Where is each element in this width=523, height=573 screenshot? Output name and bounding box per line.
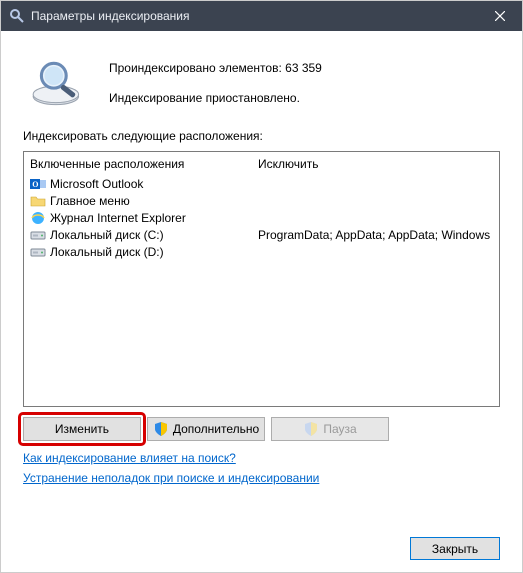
status-header: Проиндексировано элементов: 63 359 Индек… [23,53,500,115]
ie-icon [30,210,46,226]
list-item[interactable]: Локальный диск (D:) [30,243,246,260]
outlook-icon: O [30,176,46,192]
list-item-label: Локальный диск (C:) [50,228,164,242]
locations-label: Индексировать следующие расположения: [23,129,500,143]
indexing-magnifier-icon [29,53,91,115]
shield-icon [153,421,169,437]
close-button[interactable] [477,1,522,31]
help-link-search[interactable]: Как индексирование влияет на поиск? [23,451,236,465]
list-item[interactable]: O Microsoft Outlook [30,175,246,192]
exclude-item[interactable]: ProgramData; AppData; AppData; Windows [258,226,493,243]
modify-button[interactable]: Изменить [23,417,141,441]
indexing-status: Индексирование приостановлено. [109,88,322,110]
list-item-label: Главное меню [50,194,130,208]
drive-icon [30,244,46,260]
pause-button: Пауза [271,417,389,441]
drive-icon [30,227,46,243]
list-item[interactable]: Локальный диск (C:) [30,226,246,243]
locations-list: Включенные расположения O Microsoft Outlo… [23,151,500,407]
indexed-count: Проиндексировано элементов: 63 359 [109,58,322,80]
list-item[interactable]: Главное меню [30,192,246,209]
list-item-label: Microsoft Outlook [50,177,143,191]
troubleshoot-link[interactable]: Устранение неполадок при поиске и индекс… [23,471,319,485]
close-icon [495,11,505,21]
advanced-button[interactable]: Дополнительно [147,417,265,441]
folder-icon [30,193,46,209]
list-item-label: Журнал Internet Explorer [50,211,186,225]
excluded-header[interactable]: Исключить [258,155,493,175]
close-dialog-button[interactable]: Закрыть [410,537,500,560]
list-item[interactable]: Журнал Internet Explorer [30,209,246,226]
magnifier-icon [9,8,25,24]
window-title: Параметры индексирования [31,9,189,23]
list-item-label: Локальный диск (D:) [50,245,164,259]
svg-text:O: O [32,180,38,189]
included-header[interactable]: Включенные расположения [30,155,246,175]
shield-icon [303,421,319,437]
titlebar: Параметры индексирования [1,1,522,31]
